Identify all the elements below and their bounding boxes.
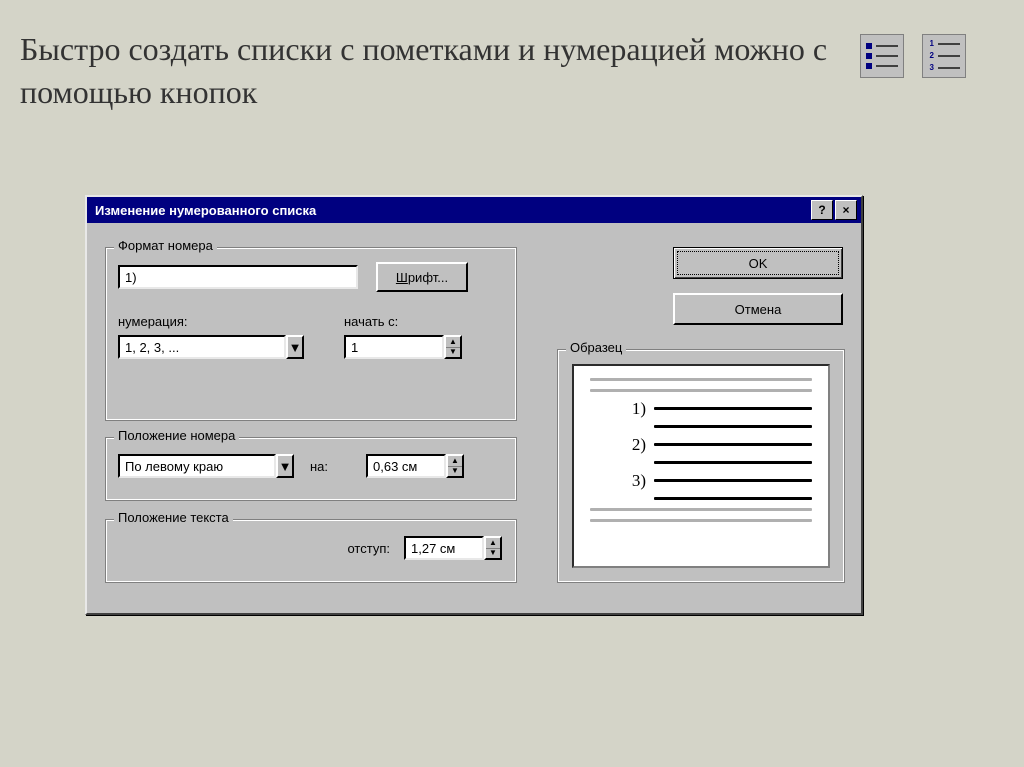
- help-button[interactable]: ?: [811, 200, 833, 220]
- numbering-label: нумерация:: [118, 314, 304, 329]
- number-format-legend: Формат номера: [114, 238, 217, 253]
- sample-legend: Образец: [566, 340, 626, 355]
- numbered-list-button[interactable]: 1 2 3: [922, 34, 966, 78]
- font-button[interactable]: Шрифт...: [376, 262, 468, 292]
- indent-label: отступ:: [347, 541, 390, 556]
- number-at-spinner[interactable]: ▲▼: [446, 454, 464, 478]
- start-at-input[interactable]: 1: [344, 335, 444, 359]
- number-format-input[interactable]: 1): [118, 265, 358, 289]
- indent-spinner[interactable]: ▲▼: [484, 536, 502, 560]
- sample-group: Образец 1) 2) 3): [557, 349, 845, 583]
- ok-button[interactable]: OK: [673, 247, 843, 279]
- chevron-down-icon[interactable]: ▼: [286, 335, 304, 359]
- cancel-button[interactable]: Отмена: [673, 293, 843, 325]
- number-position-group: Положение номера По левому краю ▼ на: 0,…: [105, 437, 517, 501]
- close-button[interactable]: ×: [835, 200, 857, 220]
- indent-input[interactable]: 1,27 см: [404, 536, 484, 560]
- numbered-list-dialog: Изменение нумерованного списка ? × OK От…: [85, 195, 863, 615]
- dialog-title: Изменение нумерованного списка: [95, 203, 316, 218]
- dialog-titlebar: Изменение нумерованного списка ? ×: [87, 197, 861, 223]
- bulleted-list-button[interactable]: [860, 34, 904, 78]
- numbering-combo[interactable]: 1, 2, 3, ...: [118, 335, 286, 359]
- at-label: на:: [310, 459, 350, 474]
- alignment-combo[interactable]: По левому краю: [118, 454, 276, 478]
- text-position-group: Положение текста отступ: 1,27 см ▲▼: [105, 519, 517, 583]
- page-heading: Быстро создать списки с пометками и нуме…: [20, 28, 840, 114]
- number-format-group: Формат номера 1) Шрифт... нумерация: 1, …: [105, 247, 517, 421]
- chevron-down-icon[interactable]: ▼: [276, 454, 294, 478]
- sample-preview: 1) 2) 3): [572, 364, 830, 568]
- start-at-spinner[interactable]: ▲▼: [444, 335, 462, 359]
- text-position-legend: Положение текста: [114, 510, 233, 525]
- number-position-legend: Положение номера: [114, 428, 239, 443]
- number-at-input[interactable]: 0,63 см: [366, 454, 446, 478]
- start-at-label: начать с:: [344, 314, 462, 329]
